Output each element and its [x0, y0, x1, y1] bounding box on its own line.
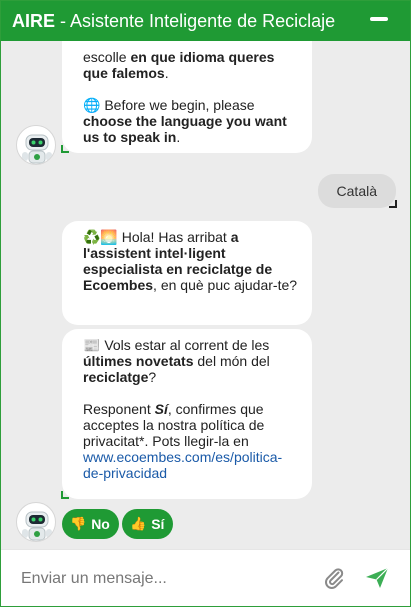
user-message-text: Català — [336, 183, 377, 199]
send-icon[interactable] — [364, 566, 390, 590]
globe-icon: 🌐 — [83, 97, 101, 113]
message-input[interactable] — [21, 570, 301, 588]
thumbs-down-icon: 👎 — [70, 516, 87, 531]
bot-message-welcome: ♻️🌅 Hola! Has arribat a l'assistent inte… — [62, 221, 312, 325]
intro-gl-text: escolle en que idioma queres que falemos… — [83, 49, 275, 81]
bot-message-language: escolle en que idioma queres que falemos… — [61, 41, 312, 153]
bot-avatar — [16, 502, 56, 542]
header-subtitle: - Asistente Inteligente de Reciclaje — [55, 10, 336, 31]
intro-en-text: 🌐 Before we begin, please choose the lan… — [83, 97, 287, 145]
recycle-sunrise-icon: ♻️🌅 — [83, 229, 118, 245]
quick-reply-no[interactable]: 👎 No — [62, 509, 119, 539]
privacy-policy-link[interactable]: www.ecoembes.com/es/politica-de-privacid… — [83, 449, 282, 481]
brand-name: AIRE — [12, 10, 56, 31]
chat-header: AIRE - Asistente Inteligente de Reciclaj… — [1, 1, 410, 41]
bot-message-newsletter: 📰 Vols estar al corrent de les últimes n… — [61, 329, 312, 499]
thumbs-up-icon: 👍 — [130, 516, 147, 531]
message-list[interactable]: escolle en que idioma queres que falemos… — [1, 41, 410, 549]
quick-reply-label: No — [91, 516, 110, 532]
user-message: Català — [317, 174, 397, 208]
quick-reply-label: Sí — [151, 516, 165, 532]
welcome-text: ♻️🌅 Hola! Has arribat a l'assistent inte… — [83, 229, 298, 293]
composer-bar — [1, 549, 410, 606]
chat-widget: AIRE - Asistente Inteligente de Reciclaj… — [0, 0, 411, 607]
bubble-tail — [61, 145, 69, 153]
bubble-tail — [389, 200, 397, 208]
header-title: AIRE - Asistente Inteligente de Reciclaj… — [12, 11, 335, 32]
privacy-text: Responent Sí, confirmes que acceptes la … — [83, 401, 283, 481]
paperclip-icon[interactable] — [322, 566, 346, 590]
newspaper-icon: 📰 — [83, 337, 101, 353]
minimize-button[interactable] — [370, 17, 388, 21]
quick-reply-yes[interactable]: 👍 Sí — [122, 509, 174, 539]
bubble-tail — [61, 491, 69, 499]
newsletter-text: 📰 Vols estar al corrent de les últimes n… — [83, 337, 270, 385]
bot-avatar — [16, 125, 56, 165]
